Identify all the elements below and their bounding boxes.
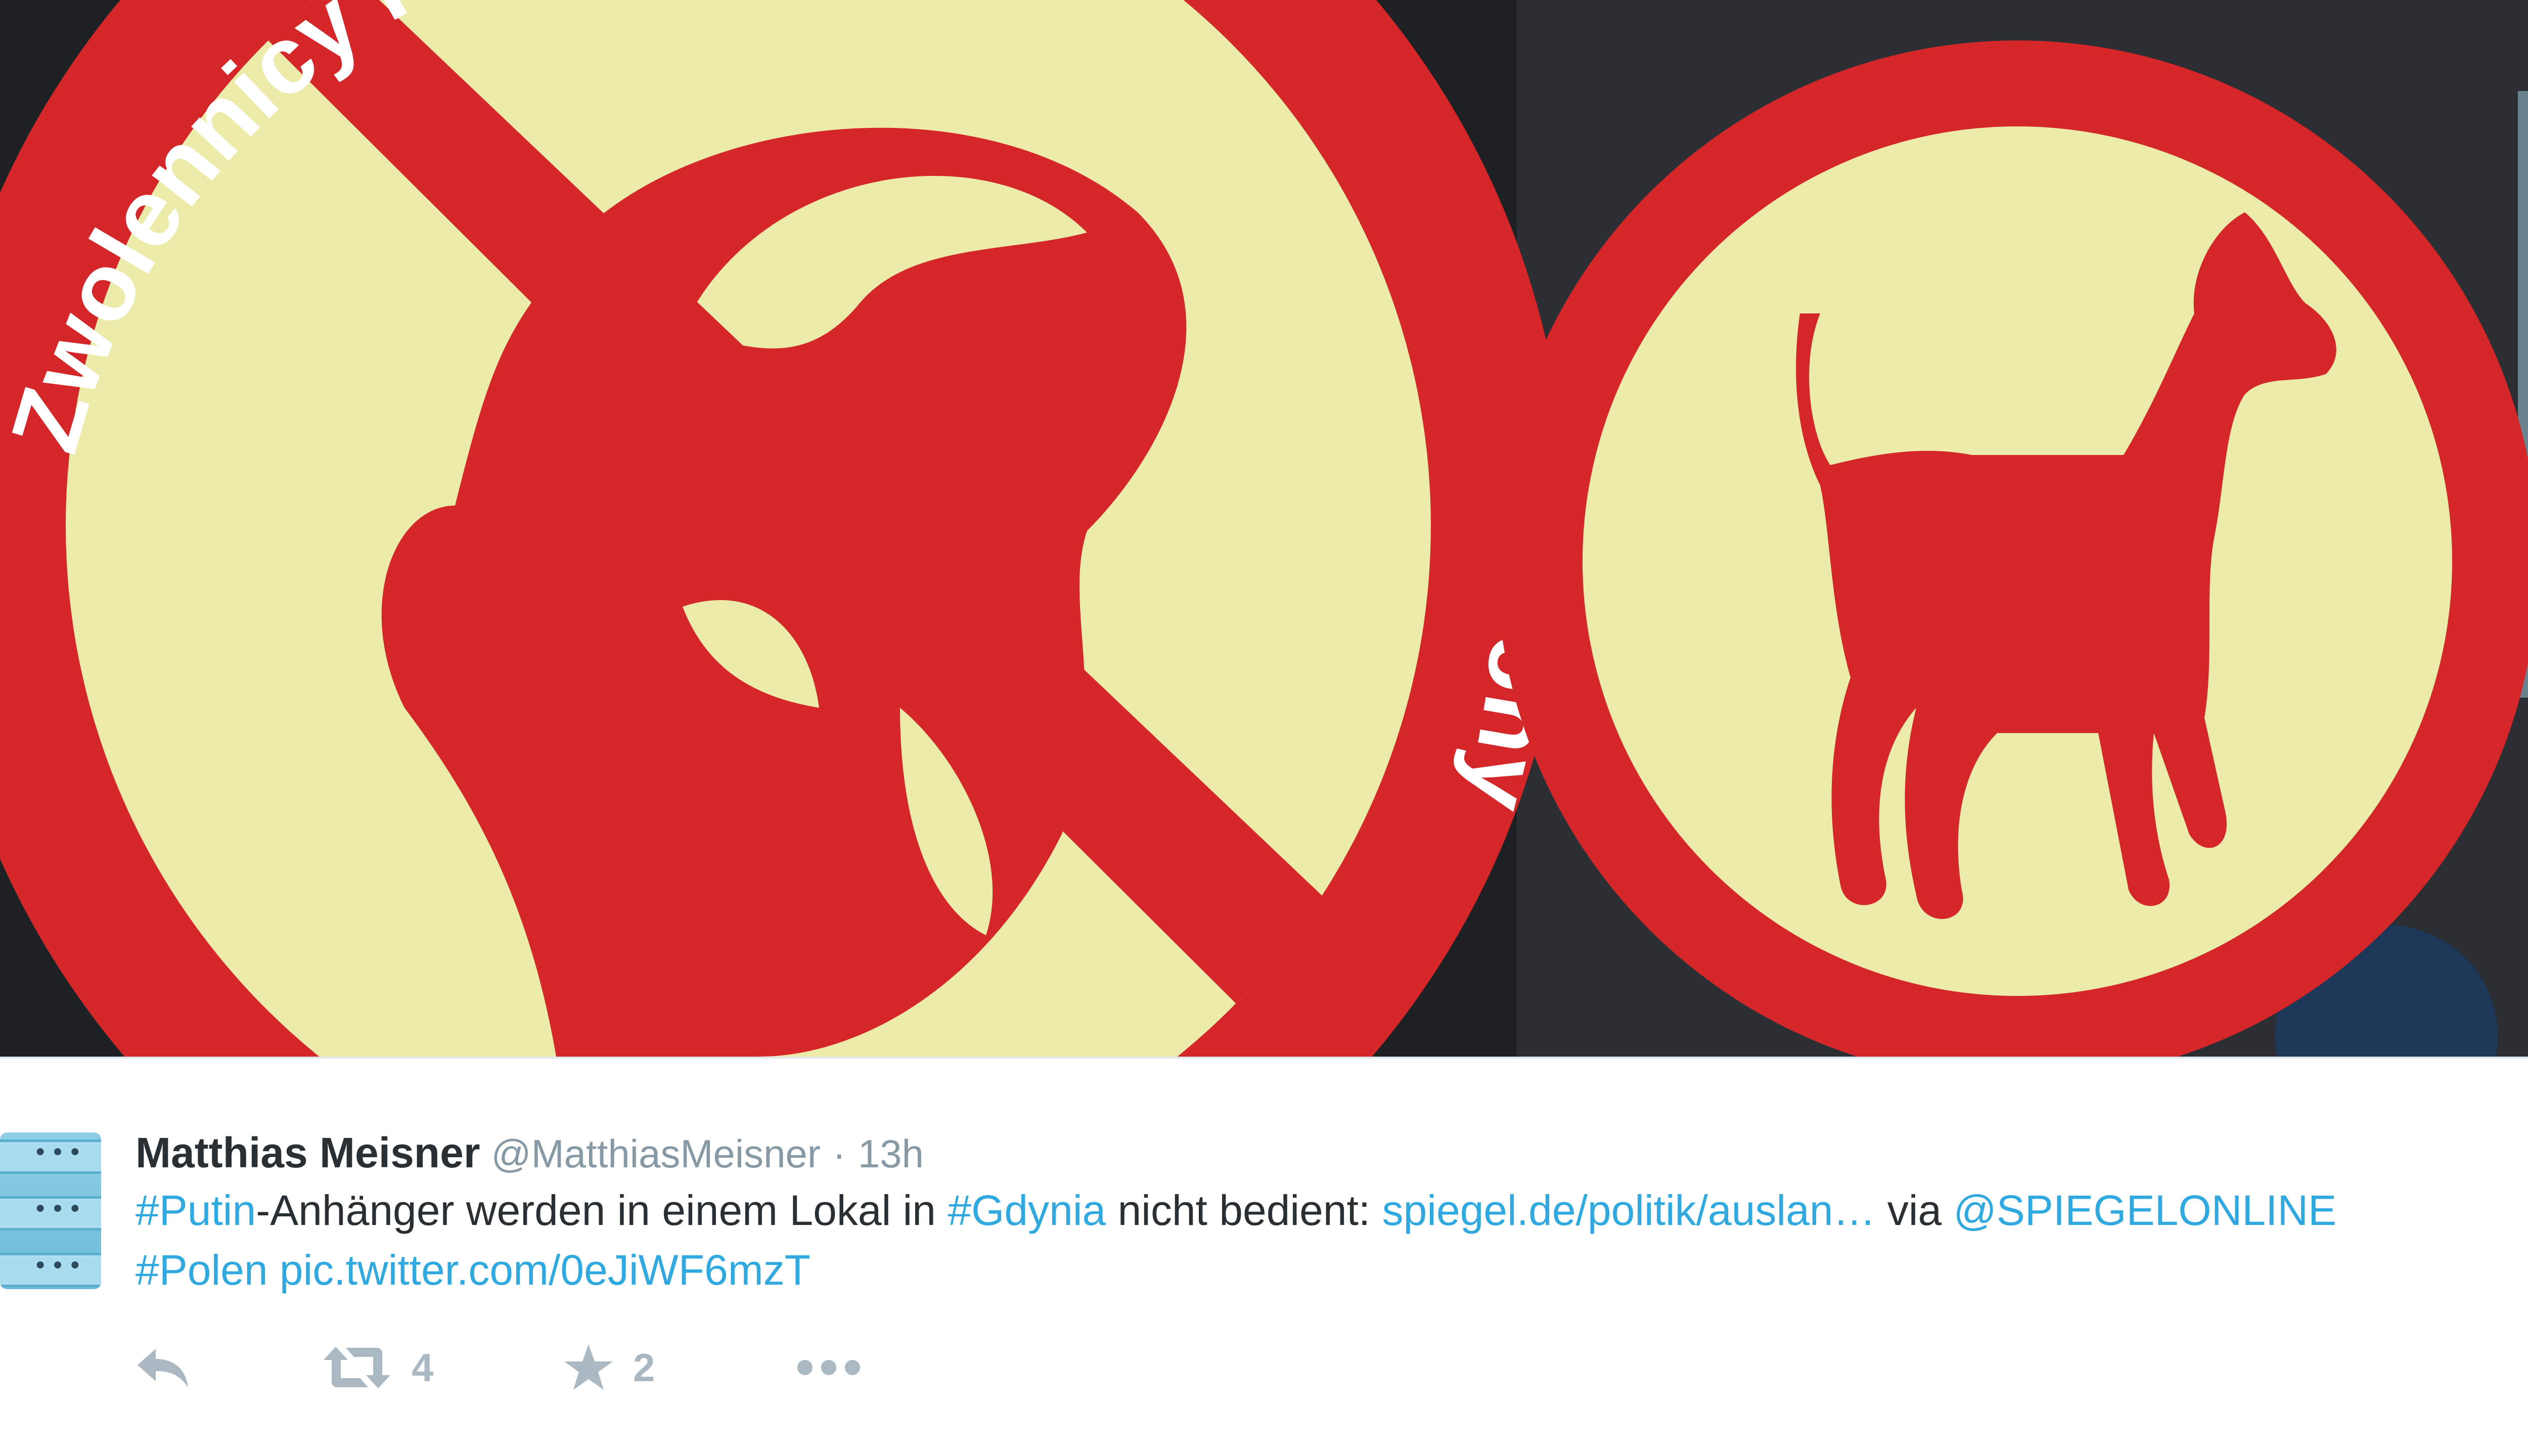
- photo-image: Zwolennicy Putina ony: [0, 0, 2528, 1057]
- reply-button[interactable]: [136, 1330, 191, 1405]
- tweet-photo[interactable]: Zwolennicy Putina ony: [0, 0, 2528, 1057]
- avatar[interactable]: ••• ••• •••: [0, 1132, 101, 1289]
- avatar-dots: •••: [33, 1252, 85, 1280]
- retweet-button[interactable]: 4: [322, 1330, 433, 1405]
- tweet-text: #Putin-Anhänger werden in einem Lokal in…: [136, 1180, 2528, 1300]
- hashtag-polen[interactable]: #Polen: [136, 1246, 268, 1294]
- header-separator: ·: [832, 1131, 846, 1176]
- sticker-no-dogs: [1497, 40, 2528, 1057]
- avatar-dots: •••: [33, 1195, 85, 1223]
- favorite-count: 2: [633, 1345, 655, 1390]
- favorite-button[interactable]: 2: [563, 1330, 655, 1405]
- tweet-text-segment: nicht bedient:: [1106, 1187, 1382, 1234]
- tweet-card: Zwolennicy Putina ony ••• ••• •••: [0, 0, 2528, 1456]
- author-username[interactable]: @MatthiasMeisner: [491, 1131, 821, 1176]
- retweet-icon: [324, 1347, 390, 1388]
- tweet-text-segment: [268, 1246, 280, 1294]
- avatar-dots: •••: [33, 1139, 85, 1167]
- star-icon: [564, 1344, 613, 1390]
- tweet-text-segment: via: [1875, 1187, 1954, 1234]
- tweet-text-line-1: #Putin-Anhänger werden in einem Lokal in…: [136, 1180, 2528, 1240]
- reply-icon: [138, 1349, 188, 1387]
- hashtag-putin[interactable]: #Putin: [136, 1187, 256, 1234]
- photo-divider: [0, 1057, 2528, 1059]
- author-fullname[interactable]: Matthias Meisner: [136, 1129, 480, 1176]
- tweet-text-segment: -Anhänger werden in einem Lokal in: [256, 1187, 948, 1234]
- retweet-count: 4: [412, 1345, 434, 1390]
- tweet-header: Matthias Meisner @MatthiasMeisner · 13h: [136, 1122, 924, 1183]
- more-button[interactable]: [796, 1330, 862, 1405]
- sticker-no-putin: Zwolennicy Putina ony: [0, 0, 1578, 1057]
- pic-link[interactable]: pic.twitter.com/0eJiWF6mzT: [280, 1246, 810, 1294]
- tweet-text-line-2: #Polen pic.twitter.com/0eJiWF6mzT: [136, 1240, 2528, 1300]
- hashtag-gdynia[interactable]: #Gdynia: [947, 1187, 1106, 1234]
- mention-spiegelonline[interactable]: @SPIEGELONLINE: [1954, 1187, 2337, 1234]
- article-link[interactable]: spiegel.de/politik/auslan…: [1382, 1187, 1876, 1234]
- tweet-timestamp[interactable]: 13h: [858, 1131, 924, 1176]
- more-icon: [797, 1360, 860, 1375]
